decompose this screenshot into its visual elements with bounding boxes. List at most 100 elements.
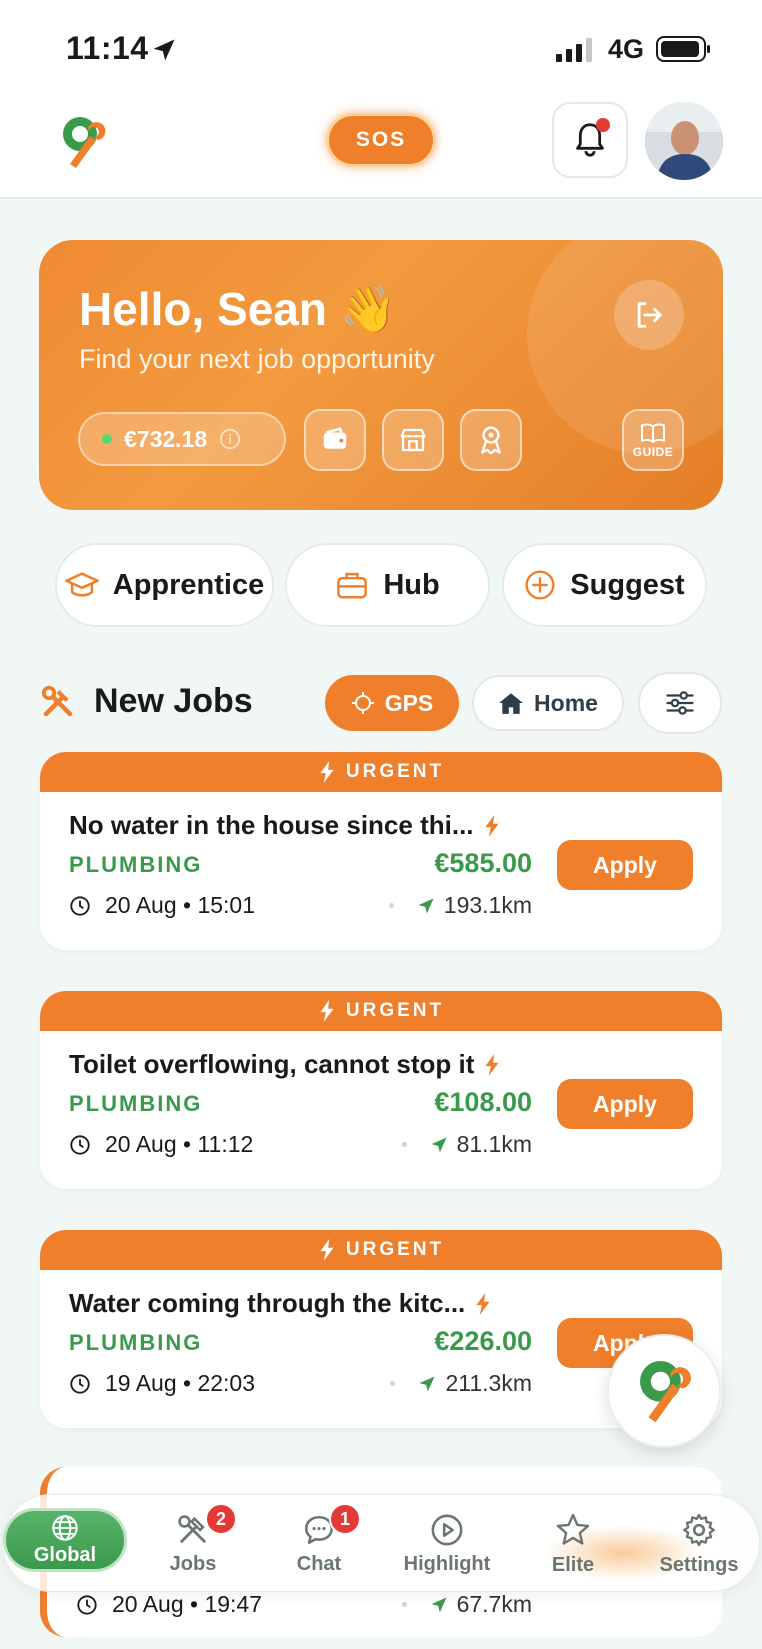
job-title: No water in the house since thi... [69, 810, 500, 841]
app-logo-icon [640, 1361, 691, 1423]
notification-dot [596, 118, 610, 132]
play-circle-icon [431, 1514, 463, 1545]
user-avatar[interactable] [645, 102, 723, 180]
cellular-signal-icon [556, 38, 592, 62]
balance-amount: €732.18 [124, 425, 208, 452]
status-time: 11:14 [66, 30, 149, 66]
apply-button[interactable]: Apply [557, 1079, 693, 1129]
suggest-label: Suggest [570, 568, 685, 601]
guide-button[interactable]: GUIDE [622, 409, 684, 471]
floating-logo-button[interactable] [607, 1334, 721, 1448]
nav-global[interactable]: Global [3, 1508, 127, 1572]
briefcase-icon [337, 572, 368, 599]
lightning-icon [484, 814, 499, 837]
job-category: PLUMBING [69, 1091, 203, 1116]
job-price: €585.00 [434, 848, 532, 878]
bottom-navigation: Global Jobs 2 Chat 1 Highlight Elite Set… [2, 1494, 760, 1592]
urgent-banner: URGENT [40, 752, 722, 792]
logout-button[interactable] [614, 280, 684, 350]
nav-chat-label: Chat [296, 1552, 342, 1575]
job-title-text: No water in the house since thi... [69, 810, 474, 840]
apply-button[interactable]: Apply [557, 840, 693, 890]
shop-icon [400, 428, 426, 452]
logout-icon [637, 302, 662, 328]
nav-global-label: Global [33, 1543, 97, 1566]
job-distance-text: 67.7km [456, 1591, 532, 1617]
job-card[interactable]: URGENT No water in the house since thi..… [40, 752, 722, 950]
plus-circle-icon [525, 570, 555, 600]
suggest-button[interactable]: Suggest [502, 543, 707, 627]
globe-icon [52, 1514, 78, 1541]
separator-dot [388, 903, 394, 908]
avatar-portrait-icon [645, 102, 723, 180]
info-icon[interactable] [219, 428, 241, 450]
nav-elite-label: Elite [551, 1553, 595, 1576]
battery-icon [656, 36, 710, 62]
job-date-text: 20 Aug • 11:12 [105, 1131, 254, 1157]
urgent-label: URGENT [345, 761, 445, 782]
nav-jobs[interactable]: Jobs 2 [133, 1495, 253, 1593]
job-title-text: Toilet overflowing, cannot stop it [69, 1049, 475, 1079]
urgent-banner: URGENT [40, 991, 722, 1031]
lightning-icon [485, 1053, 500, 1076]
network-type: 4G [608, 34, 645, 64]
navigation-arrow-icon [431, 1597, 447, 1612]
navigation-arrow-icon [419, 1376, 435, 1391]
gps-filter-button[interactable]: GPS [325, 675, 459, 731]
clock-icon [77, 1594, 97, 1615]
job-distance-text: 193.1km [443, 892, 532, 918]
home-filter-button[interactable]: Home [472, 675, 624, 731]
house-icon [499, 693, 523, 714]
sos-button[interactable]: SOS [326, 113, 436, 167]
job-date: 20 Aug • 19:47 [76, 1591, 262, 1618]
notifications-button[interactable] [552, 102, 628, 178]
job-distance-text: 211.3km [445, 1370, 532, 1396]
job-title-text: Water coming through the kitc... [69, 1288, 466, 1318]
lightning-icon [320, 761, 334, 783]
lightning-icon [320, 1239, 334, 1261]
app-logo-icon[interactable] [58, 114, 108, 170]
status-bar: 11:14 4G [0, 0, 762, 96]
gps-label: GPS [384, 689, 434, 716]
job-price: €226.00 [434, 1326, 532, 1356]
wallet-balance[interactable]: €732.18 [78, 412, 286, 466]
job-distance-text: 81.1km [456, 1131, 532, 1157]
hub-button[interactable]: Hub [285, 543, 490, 627]
job-title: Toilet overflowing, cannot stop it [69, 1049, 500, 1080]
lightning-icon [476, 1292, 490, 1315]
nav-chat[interactable]: Chat 1 [259, 1495, 379, 1593]
nav-highlight[interactable]: Highlight [387, 1495, 507, 1593]
nav-jobs-label: Jobs [169, 1552, 217, 1575]
sliders-icon [666, 691, 694, 715]
job-card[interactable]: URGENT Toilet overflowing, cannot stop i… [40, 991, 722, 1189]
job-date: 20 Aug • 11:12 [69, 1131, 253, 1158]
lightning-icon [320, 1000, 334, 1022]
separator-dot [401, 1602, 407, 1607]
new-jobs-title: New Jobs [94, 682, 253, 720]
urgent-banner: URGENT [40, 1230, 722, 1270]
location-arrow-icon [153, 39, 175, 61]
online-status-dot [102, 434, 112, 444]
home-label: Home [534, 689, 598, 716]
job-date: 20 Aug • 15:01 [69, 892, 255, 919]
apprentice-button[interactable]: Apprentice [55, 543, 274, 627]
wallet-button[interactable] [304, 409, 366, 471]
shop-button[interactable] [382, 409, 444, 471]
nav-elite[interactable]: Elite [513, 1495, 633, 1593]
nav-settings[interactable]: Settings [639, 1495, 759, 1593]
separator-dot [401, 1142, 407, 1147]
star-icon [556, 1513, 590, 1545]
job-category: PLUMBING [69, 852, 203, 877]
app-header: SOS [0, 96, 762, 199]
award-button[interactable] [460, 409, 522, 471]
job-distance: 211.3km [390, 1370, 532, 1397]
guide-label: GUIDE [632, 444, 674, 459]
job-date-text: 20 Aug • 15:01 [105, 892, 256, 918]
filter-sliders-button[interactable] [638, 672, 722, 734]
jobs-count-badge: 2 [205, 1503, 237, 1535]
crosshair-icon [351, 692, 374, 714]
nav-highlight-label: Highlight [403, 1552, 491, 1575]
job-date-text: 20 Aug • 19:47 [112, 1591, 263, 1617]
urgent-label: URGENT [345, 1000, 445, 1021]
award-icon [481, 426, 501, 455]
